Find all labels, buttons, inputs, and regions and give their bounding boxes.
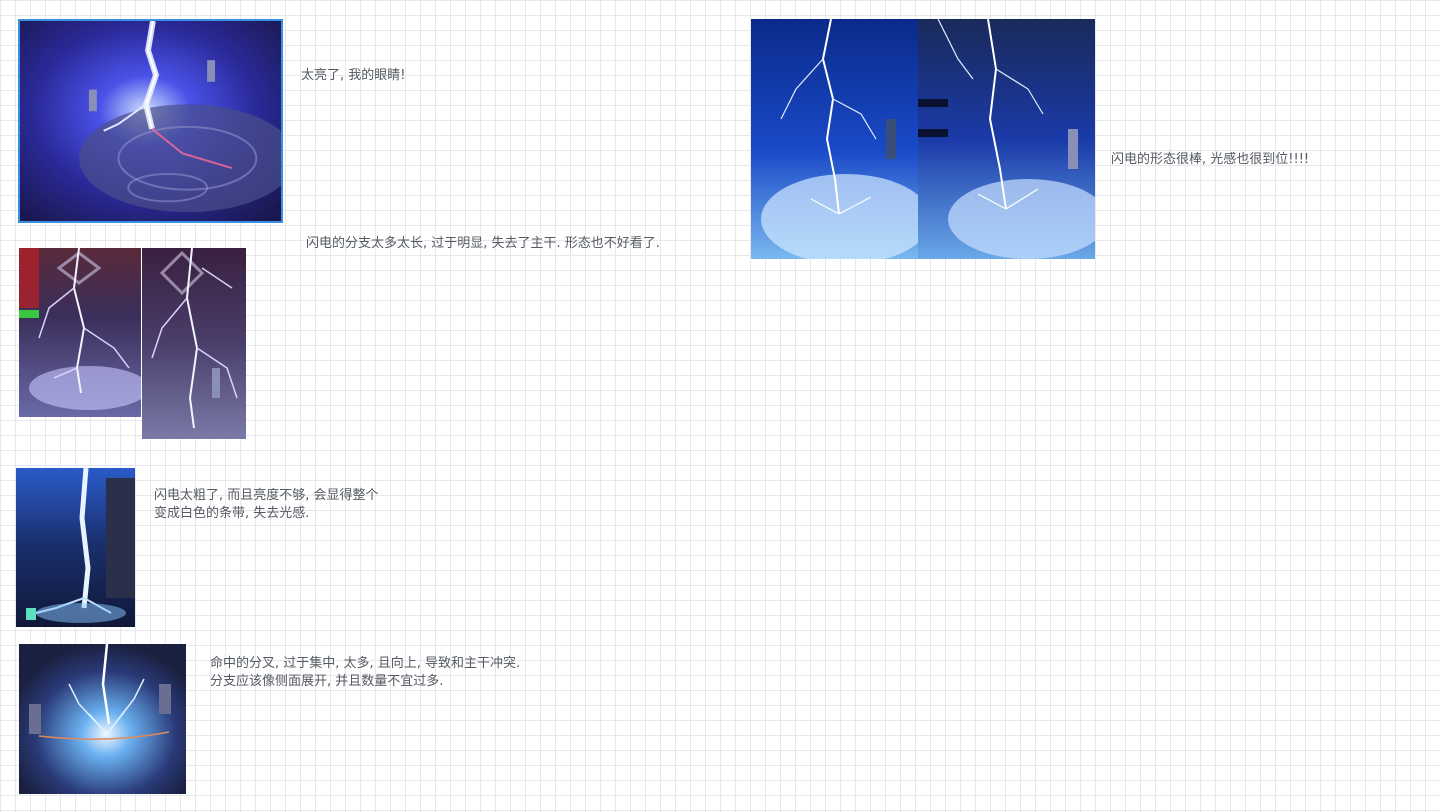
image-impact-fork[interactable] bbox=[19, 644, 186, 794]
lightning-image-icon bbox=[142, 248, 246, 439]
image-too-bright[interactable] bbox=[18, 19, 283, 223]
image-good-a[interactable] bbox=[751, 19, 918, 259]
note-line: 太亮了, 我的眼睛! bbox=[301, 68, 406, 83]
note-line: 分支应该像侧面展开, 并且数量不宜过多. bbox=[210, 674, 444, 689]
lightning-image-icon bbox=[19, 248, 141, 417]
lightning-image-icon bbox=[20, 21, 281, 221]
note-line: 命中的分叉, 过于集中, 太多, 且向上, 导致和主干冲突. bbox=[210, 656, 521, 671]
image-too-many-branches-a[interactable] bbox=[19, 248, 141, 417]
lightning-image-icon bbox=[19, 644, 186, 794]
note-line: 闪电的分支太多太长, 过于明显, 失去了主干. 形态也不好看了. bbox=[306, 236, 660, 251]
image-good-b[interactable] bbox=[918, 19, 1095, 259]
note-too-many-branches[interactable]: 闪电的分支太多太长, 过于明显, 失去了主干. 形态也不好看了. bbox=[306, 235, 660, 253]
note-impact-fork[interactable]: 命中的分叉, 过于集中, 太多, 且向上, 导致和主干冲突. 分支应该像侧面展开… bbox=[210, 655, 520, 691]
lightning-image-icon bbox=[16, 468, 135, 627]
note-line: 闪电太粗了, 而且亮度不够, 会显得整个 bbox=[154, 488, 379, 503]
note-line: 闪电的形态很棒, 光感也很到位!!!! bbox=[1111, 152, 1310, 167]
note-too-thick[interactable]: 闪电太粗了, 而且亮度不够, 会显得整个 变成白色的条带, 失去光感. bbox=[154, 487, 379, 523]
image-too-many-branches-b[interactable] bbox=[142, 248, 246, 439]
lightning-image-icon bbox=[918, 19, 1095, 259]
note-too-bright[interactable]: 太亮了, 我的眼睛! bbox=[301, 67, 405, 85]
note-good[interactable]: 闪电的形态很棒, 光感也很到位!!!! bbox=[1111, 151, 1309, 169]
note-line: 变成白色的条带, 失去光感. bbox=[154, 506, 310, 521]
whiteboard-canvas[interactable]: 太亮了, 我的眼睛! 闪电的分支太多太长, 过于明显, 失去了主干. 形态也不好… bbox=[0, 0, 1440, 812]
image-too-thick[interactable] bbox=[16, 468, 135, 627]
lightning-image-icon bbox=[751, 19, 918, 259]
